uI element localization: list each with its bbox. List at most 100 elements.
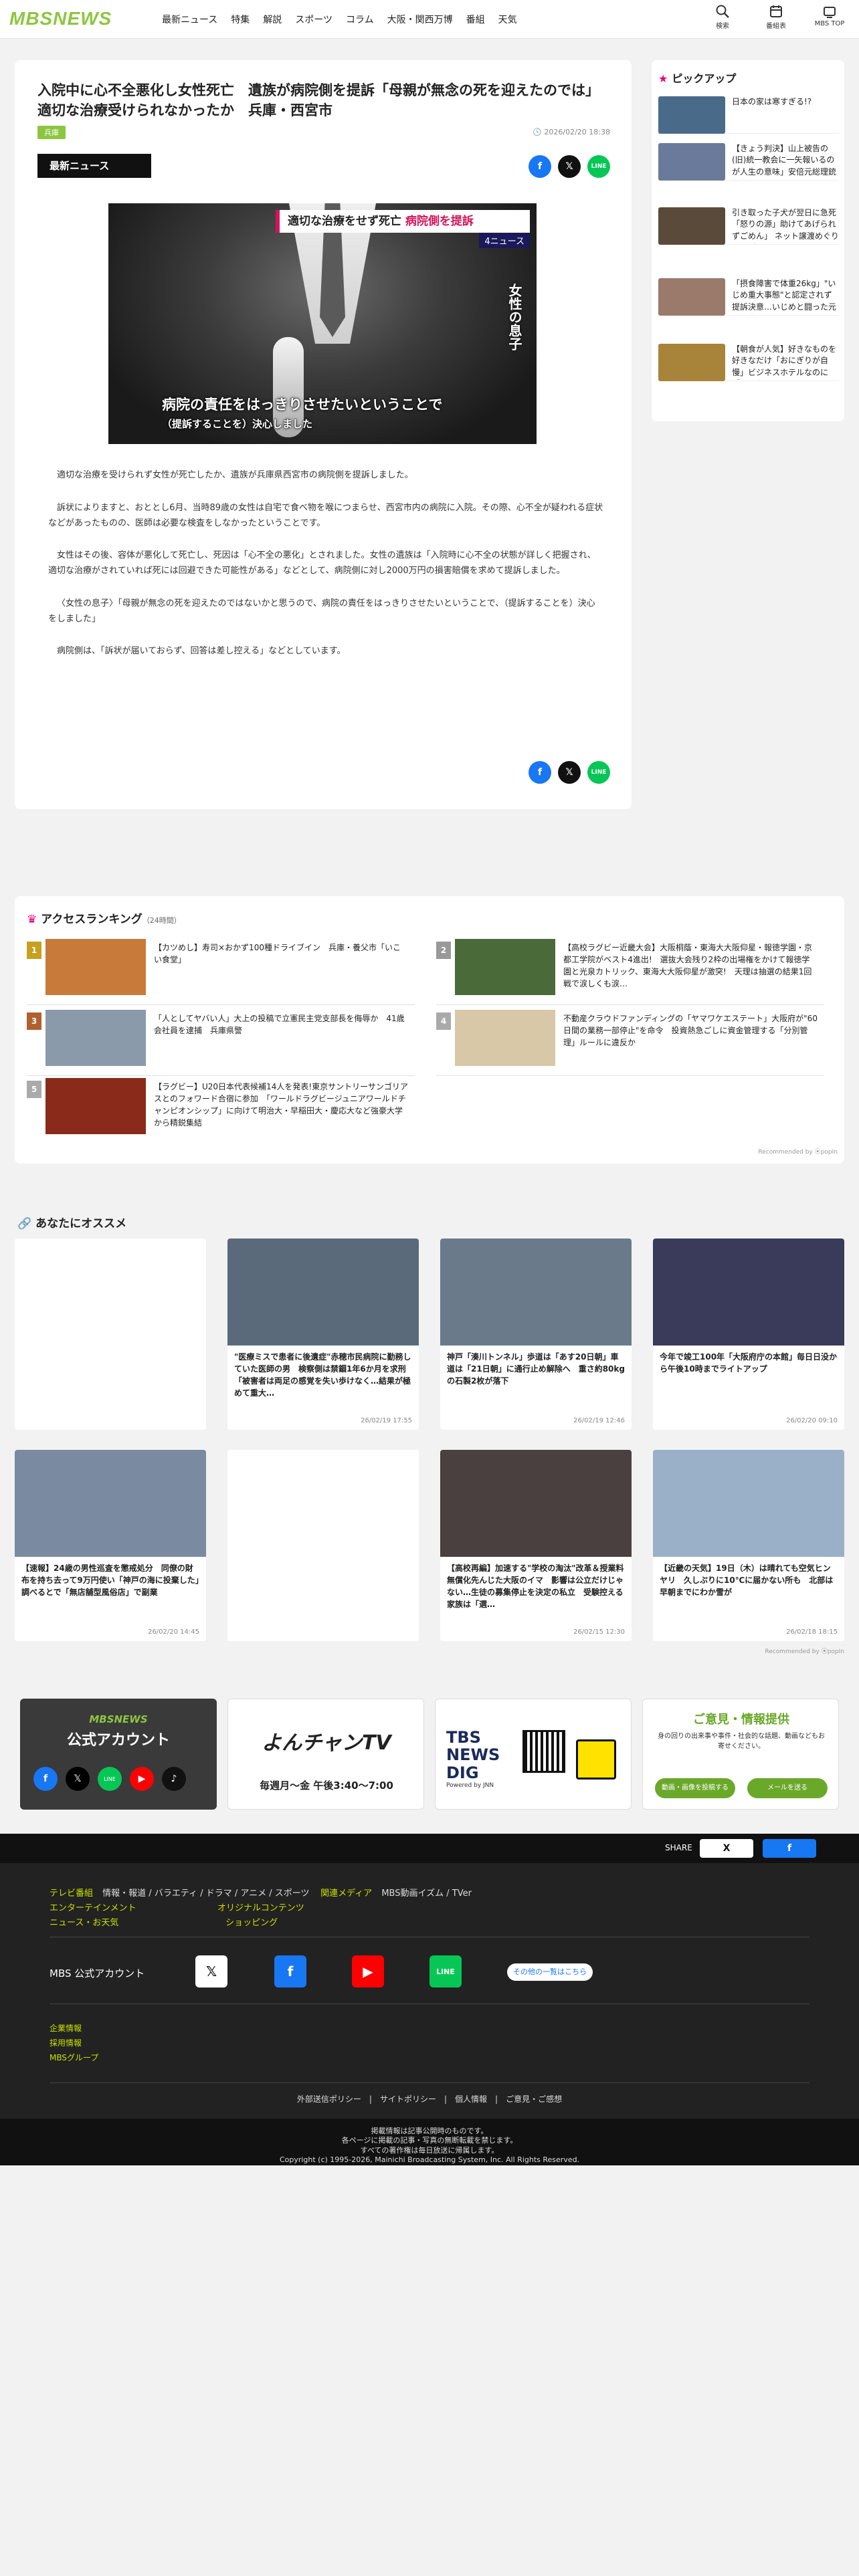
footer-link[interactable]: ピコリ (507, 2053, 531, 2062)
footer-link[interactable]: MBSショッピング (353, 1918, 424, 1928)
footer-link[interactable]: 情報・報道 (102, 1889, 146, 1899)
more-accounts-button[interactable]: その他の一覧はこちら (507, 1963, 593, 1981)
footer-link[interactable]: MBSメディアホールディングス (108, 2053, 220, 2062)
x-share-button[interactable]: 𝕏 (558, 761, 581, 784)
recommend-card[interactable]: 【高校再編】加速する"学校の淘汰"改革＆授業料無償化先んじた大阪のイマ 影響は公… (440, 1450, 632, 1641)
recommend-card[interactable]: "医療ミスで患者に後遺症"赤穂市民病院に勤務していた医師の男 検察側は禁錮1年6… (227, 1239, 419, 1430)
nav-expo[interactable]: 大阪・関西万博 (387, 13, 453, 26)
footer-link[interactable]: 映画 (146, 1903, 163, 1913)
footer-link[interactable]: アルバイト情報 (131, 2038, 187, 2048)
upload-video-button[interactable]: 動画・画像を投稿する (655, 1778, 735, 1798)
footer-link[interactable]: イベント (171, 1903, 206, 1913)
ranking-item[interactable]: 1 【カツめし】寿司×おかず100種ドライブイン 兵庫・養父市「いこい食堂」 (27, 939, 421, 1005)
nav-sports[interactable]: スポーツ (295, 13, 332, 26)
program-guide-button[interactable]: 番組表 (757, 4, 795, 30)
footer-link[interactable]: 毎日放送 放送基準 (131, 2024, 198, 2033)
search-button[interactable]: 検索 (704, 4, 741, 30)
pickup-item[interactable]: 【きょう判決】山上被告の(旧)統一教会に一矢報いるのが人生の意味」安倍元総理銃撃… (658, 140, 839, 181)
line-share-button[interactable]: LINE (587, 155, 610, 178)
tbs-news-dig-banner[interactable]: TBS NEWS DIG Powered by JNN (435, 1699, 632, 1810)
footer-link[interactable]: GAORA (278, 2053, 306, 2062)
x-account-link[interactable]: 𝕏 (195, 1955, 227, 1988)
footer-link[interactable]: MBSグループ人権方針 (325, 2024, 406, 2033)
footer-link[interactable]: MBS MARKET (287, 1918, 345, 1928)
ranking-item[interactable]: 4 不動産クラウドファンディングの「ヤマワケエステート」大阪府が"60日間の業務… (436, 1010, 831, 1076)
youtube-account-link[interactable]: ▶ (352, 1955, 384, 1988)
recommend-card[interactable] (15, 1239, 206, 1430)
nav-programs[interactable]: 番組 (466, 13, 485, 26)
footer-link[interactable]: 新卒採用 (91, 2038, 123, 2048)
footer-link[interactable]: MBS動画イズム (381, 1889, 444, 1899)
yonchan-tv-banner[interactable]: よんチャンTV 毎週月～金 午後3:40～7:00 (227, 1699, 424, 1810)
ranking-item[interactable]: 5 【ラグビー】U20日本代表候補14人を発表!東京サントリーサンゴリアスとのフ… (27, 1078, 421, 1140)
mbs-top-button[interactable]: MBS TOP (811, 4, 848, 30)
x-share-button[interactable]: 𝕏 (558, 155, 581, 178)
footer-link[interactable]: 放送映画製作所 (355, 2053, 411, 2062)
opinion-info-banner[interactable]: ご意見・情報提供 身の回りの出来事や事件・社会的な話題、動画などもお寄せください… (642, 1699, 839, 1810)
line-account-link[interactable]: LINE (430, 1955, 462, 1988)
nav-latest-news[interactable]: 最新ニュース (162, 13, 217, 26)
ranking-item[interactable]: 2 【高校ラグビー近畿大会】大阪桐蔭・東海大大阪仰星・報徳学園・京都工学院がベス… (436, 939, 831, 1005)
facebook-account-link[interactable]: f (274, 1955, 306, 1988)
policy-link[interactable]: 個人情報 (455, 2095, 487, 2104)
footer-link[interactable]: アナウンサー (314, 1903, 366, 1913)
ranking-period: （24時間） (142, 916, 181, 925)
footer-link[interactable]: 毎日放送コンプライアンス憲章 (205, 2024, 317, 2033)
footer-link[interactable]: MBS企画 (314, 2053, 347, 2062)
pickup-item[interactable]: 【朝食が人気】好きなものを好きなだけ「おにぎりが自慢」ビジネスホテルなのに「宿泊… (658, 341, 839, 381)
footer-link[interactable]: TVer (452, 1889, 472, 1899)
send-mail-button[interactable]: メールを送る (747, 1778, 828, 1798)
footer-link[interactable]: MBSコラム (374, 1903, 419, 1913)
policy-link[interactable]: ご意見・ご感想 (506, 2095, 562, 2104)
ranking-item[interactable]: 3 「人としてヤバい人」大上の投稿で立憲民主党支部長を侮辱か 41歳会社員を逮捕… (27, 1010, 421, 1076)
recommend-card[interactable] (227, 1450, 419, 1641)
footer-link[interactable]: アニメ (240, 1889, 266, 1899)
recommend-card[interactable]: 【速報】24歳の男性巡査を懲戒処分 同僚の財布を持ち去って9万円使い「神戸の海に… (15, 1450, 206, 1641)
footer-link[interactable]: CM企画 (596, 2024, 625, 2033)
footer-link[interactable]: MBSファシリティーズ (555, 2053, 636, 2062)
footer-link[interactable]: MBSイノベーションドライブ (240, 2068, 346, 2077)
x-share-button[interactable]: X (700, 1839, 753, 1858)
footer-link[interactable]: ミリカ・ミュージック (419, 2053, 499, 2062)
nav-column[interactable]: コラム (346, 13, 374, 26)
footer-link[interactable]: MBSラジオ (228, 2053, 270, 2062)
popin-credit[interactable]: Recommended by ⦿popIn (758, 1147, 838, 1156)
policy-link[interactable]: サイトポリシー (380, 2095, 436, 2104)
recommend-card[interactable]: 今年で竣工100年「大阪府庁の本館」毎日日没から午後10時までライトアップ 26/… (653, 1239, 844, 1430)
mbsnews-official-account-banner[interactable]: MBSNEWS 公式アカウント f 𝕏 LINE ▶ ♪ (20, 1699, 217, 1810)
category-badge[interactable]: 兵庫 (37, 126, 66, 139)
article-date: 🕓 2026/02/20 18:38 (533, 128, 610, 136)
site-logo[interactable]: MBSNEWS (9, 8, 112, 29)
rank-number: 1 (27, 942, 41, 959)
footer-link[interactable]: 会社案内 (91, 2024, 123, 2033)
facebook-share-button[interactable]: f (763, 1839, 816, 1858)
pickup-thumbnail (658, 143, 725, 181)
footer-link[interactable]: 健康経営への取り組み (462, 2024, 542, 2033)
recommend-card[interactable]: 【近畿の天気】19日（木）は晴れても空気ヒンヤリ 久しぶりに10℃に届かない所も… (653, 1450, 844, 1641)
footer-link[interactable]: スポーツ (275, 1889, 310, 1899)
footer-link[interactable]: MBSライブエンターテインメント (111, 2068, 233, 2077)
footer-link[interactable]: 番組審議会 (414, 2024, 454, 2033)
policy-link[interactable]: 外部送信ポリシー (297, 2095, 361, 2104)
footer-link[interactable]: JNNリンク (550, 2024, 589, 2033)
nav-explain[interactable]: 解説 (263, 13, 282, 26)
footer-link[interactable]: お天気情報 (171, 1918, 215, 1928)
pickup-item[interactable]: 引き取った子犬が翌日に急死「怒りの源」助けてあげられずごめん」 ネット譲渡めぐり… (658, 205, 839, 245)
pickup-item[interactable]: 「摂食障害で体重26kg」"いじめ重大事態"と認定されず提訴決意…いじめと闘った… (658, 276, 839, 316)
nav-feature[interactable]: 特集 (231, 13, 250, 26)
line-share-button[interactable]: LINE (587, 761, 610, 784)
footer-link[interactable]: ドラマ (206, 1889, 232, 1899)
line-icon: LINE (98, 1767, 122, 1791)
footer-link[interactable]: ニュース (128, 1918, 163, 1928)
recommend-card[interactable]: 神戸「湊川トンネル」歩道は「あす20日朝」車道は「21日朝」に通行止め解除へ 重… (440, 1239, 632, 1430)
pickup-item[interactable]: 日本の家は寒すぎる!? (658, 94, 839, 134)
footer-link[interactable]: MBS GOODS (433, 1918, 487, 1928)
facebook-share-button[interactable]: f (529, 761, 551, 784)
footer-link[interactable]: 響 (539, 2053, 547, 2062)
facebook-share-button[interactable]: f (529, 155, 551, 178)
popin-credit[interactable]: Recommended by ⦿popIn (765, 1646, 844, 1655)
paragraph: 訴状によりますと、おととし6月、当時89歳の女性は自宅で食べ物を喉につまらせ、西… (48, 502, 603, 528)
footer-link[interactable]: バラエティ (155, 1889, 197, 1899)
footer-link[interactable]: ENGLISH (633, 2024, 668, 2033)
nav-weather[interactable]: 天気 (498, 13, 517, 26)
